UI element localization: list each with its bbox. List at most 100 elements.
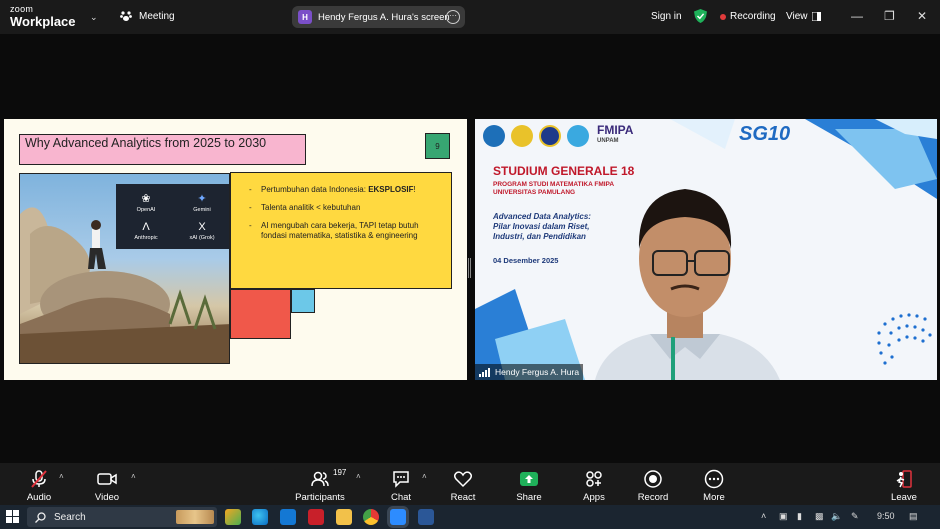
participants-icon	[311, 471, 329, 487]
taskbar-app-icon[interactable]	[308, 509, 324, 525]
chat-button[interactable]: Chat	[387, 469, 415, 503]
gemini-logo: ✦ Gemini	[176, 192, 228, 213]
meeting-menu[interactable]: Meeting	[120, 10, 175, 22]
anthropic-icon: Λ	[142, 221, 150, 233]
gemini-icon: ✦	[197, 193, 207, 205]
decorative-blue-block	[291, 289, 315, 313]
tray-chevron-icon[interactable]: ˄	[761, 511, 766, 521]
participants-label: Participants	[295, 492, 345, 503]
slide-bullet-box: Pertumbuhan data Indonesia: EKSPLOSIF! T…	[230, 172, 452, 289]
zoom-app-icon[interactable]	[390, 509, 406, 525]
react-button[interactable]: React	[448, 469, 478, 503]
ai-label-anthropic: Anthropic	[134, 235, 158, 241]
share-label: Share	[516, 492, 542, 503]
video-background	[475, 119, 937, 380]
ai-label-xai: xAI (Grok)	[189, 235, 215, 241]
sign-in-link[interactable]: Sign in	[651, 11, 682, 22]
video-camera-icon	[97, 473, 117, 485]
sg10-logo: SG10	[739, 123, 791, 145]
video-label: Video	[94, 492, 120, 503]
fmipa-logo: FMIPA UNPAM	[597, 124, 633, 147]
signal-strength-icon	[479, 367, 490, 377]
chevron-down-icon[interactable]: ⌄	[90, 12, 98, 23]
fmipa-subtext: UNPAM	[597, 138, 619, 144]
word-app-icon[interactable]	[418, 509, 434, 525]
video-button[interactable]: Video	[90, 469, 124, 503]
edge-browser-icon[interactable]	[252, 509, 268, 525]
chat-label: Chat	[390, 492, 412, 503]
shield-check-icon[interactable]	[694, 9, 707, 23]
participant-name: Hendy Fergus A. Hura	[495, 367, 580, 377]
view-button[interactable]: View	[786, 11, 821, 22]
record-button[interactable]: Record	[636, 469, 670, 503]
apps-button[interactable]: Apps	[580, 469, 608, 503]
video-options-caret-icon[interactable]: ˄	[131, 472, 136, 481]
share-screen-icon	[520, 472, 538, 486]
more-label: More	[703, 492, 725, 503]
notifications-icon[interactable]: ▤	[909, 511, 918, 522]
event-topic: Advanced Data Analytics: Pilar Inovasi d…	[493, 212, 591, 242]
record-dot-icon	[720, 13, 726, 20]
tray-app-icon[interactable]: ▮	[797, 511, 802, 522]
split-view-divider[interactable]	[468, 258, 471, 278]
shared-screen-slide[interactable]: Why Advanced Analytics from 2025 to 2030…	[4, 119, 467, 380]
share-button[interactable]: Share	[513, 469, 545, 503]
microphone-muted-icon	[31, 470, 47, 488]
minimize-icon[interactable]: —	[851, 9, 863, 23]
record-icon	[644, 470, 662, 488]
openai-logo: ❀ OpenAI	[120, 192, 172, 213]
event-title: STUDIUM GENERALE 18	[493, 164, 635, 178]
zoom-workplace-logo[interactable]: zoom Workplace	[10, 5, 76, 29]
meeting-toolbar: Audio ˄ Video ˄ Participants 197 ˄ Chat …	[0, 463, 940, 505]
tray-app-icon[interactable]: ▩	[815, 511, 824, 522]
leave-label: Leave	[891, 492, 917, 503]
event-date: 04 Desember 2025	[493, 256, 559, 265]
participant-video-tile[interactable]: FMIPA UNPAM SG10 STUDIUM GENERALE 18 PRO…	[475, 119, 937, 380]
event-subtitle-line: PROGRAM STUDI MATEMATIKA FMIPA	[493, 181, 615, 188]
taskbar-app-icon[interactable]	[280, 509, 296, 525]
ai-logos-panel: ❀ OpenAI ✦ Gemini Λ Anthropic Χ xAI (Gro…	[116, 184, 229, 249]
screen-share-label: Hendy Fergus A. Hura's screen	[318, 11, 450, 23]
recording-label: Recording	[730, 11, 776, 22]
xai-logo: Χ xAI (Grok)	[176, 221, 228, 241]
brand-line-2: Workplace	[10, 14, 76, 29]
audio-options-caret-icon[interactable]: ˄	[59, 472, 64, 481]
participants-options-caret-icon[interactable]: ˄	[356, 472, 361, 481]
event-topic-line: Advanced Data Analytics:	[493, 212, 591, 221]
taskbar-app-icon[interactable]	[225, 509, 241, 525]
bullet-suffix: !	[413, 185, 416, 194]
bullet-text: Pertumbuhan data Indonesia:	[261, 185, 369, 194]
event-topic-line: Industri, dan Pendidikan	[493, 232, 586, 241]
file-explorer-icon[interactable]	[336, 509, 352, 525]
title-bar: zoom Workplace ⌄ Meeting H Hendy Fergus …	[0, 0, 940, 34]
taskbar-search-box[interactable]: Search	[27, 507, 217, 527]
paw-icon	[120, 11, 132, 21]
institution-logos: FMIPA UNPAM	[483, 124, 633, 147]
pen-icon[interactable]: ✎	[851, 511, 859, 522]
windows-start-icon[interactable]	[6, 510, 19, 523]
slide-bullet: Pertumbuhan data Indonesia: EKSPLOSIF!	[249, 185, 443, 195]
screen-share-pill[interactable]: H Hendy Fergus A. Hura's screen ⋯	[292, 6, 465, 28]
speaker-icon[interactable]: 🔈	[831, 511, 842, 522]
chrome-browser-icon[interactable]	[363, 509, 379, 525]
chat-icon	[393, 471, 409, 488]
recording-indicator[interactable]: Recording	[720, 11, 776, 22]
react-label: React	[450, 492, 476, 503]
event-subtitle: PROGRAM STUDI MATEMATIKA FMIPA UNIVERSIT…	[493, 181, 614, 197]
event-subtitle-line: UNIVERSITAS PAMULANG	[493, 189, 576, 196]
close-icon[interactable]: ✕	[917, 9, 927, 23]
participants-count: 197	[333, 468, 347, 477]
clock-time[interactable]: 9:50	[877, 511, 895, 521]
university-logo	[483, 125, 505, 147]
presenter-avatar: H	[298, 10, 312, 24]
search-highlight-image	[176, 510, 214, 524]
more-button[interactable]: More	[700, 469, 728, 503]
leave-button[interactable]: Leave	[889, 469, 919, 503]
audio-button[interactable]: Audio	[22, 469, 56, 503]
heart-icon	[453, 471, 473, 488]
restore-icon[interactable]: ❐	[884, 9, 895, 23]
windows-taskbar: Search ˄ ▣ ▮ ▩ 🔈 ✎ 9:50 ▤	[0, 505, 940, 529]
tray-app-icon[interactable]: ▣	[779, 511, 788, 522]
more-options-icon[interactable]: ⋯	[446, 10, 460, 24]
chat-options-caret-icon[interactable]: ˄	[422, 472, 427, 481]
